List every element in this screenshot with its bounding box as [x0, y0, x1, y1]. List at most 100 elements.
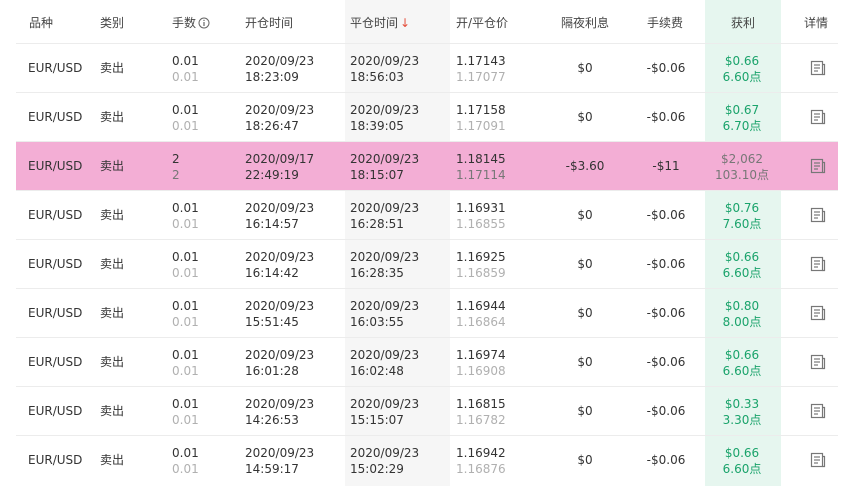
info-circle-icon[interactable] — [198, 17, 210, 29]
profit-amount: $0.66 — [724, 250, 760, 264]
profit-points: 103.10点 — [715, 168, 769, 182]
profit-points: 7.60点 — [722, 217, 762, 231]
close-time: 18:39:05 — [350, 119, 404, 133]
open-date: 2020/09/23 — [245, 103, 315, 117]
close-time: 16:28:35 — [350, 266, 404, 280]
lots-close: 0.01 — [172, 315, 199, 329]
close-date: 2020/09/23 — [350, 299, 420, 313]
symbol-cell: EUR/USD — [28, 404, 83, 418]
open-price: 1.17143 — [456, 54, 506, 68]
profit-amount: $0.66 — [724, 348, 760, 362]
profit-amount: $0.33 — [724, 397, 760, 411]
fee-cell: -$0.06 — [646, 257, 686, 271]
type-cell: 卖出 — [100, 404, 125, 418]
profit-points: 6.70点 — [722, 119, 762, 133]
open-date: 2020/09/23 — [245, 397, 315, 411]
swap-cell: $0 — [577, 306, 593, 320]
close-time: 16:28:51 — [350, 217, 404, 231]
document-detail-icon[interactable] — [809, 157, 827, 175]
swap-cell: $0 — [577, 257, 593, 271]
lots-open: 0.01 — [172, 397, 199, 411]
type-cell: 卖出 — [100, 453, 125, 467]
open-date: 2020/09/17 — [245, 152, 315, 166]
lots-open: 0.01 — [172, 446, 199, 460]
open-time: 14:59:17 — [245, 462, 299, 476]
open-price: 1.18145 — [456, 152, 506, 166]
lots-close: 2 — [172, 168, 180, 182]
close-date: 2020/09/23 — [350, 446, 420, 460]
swap-cell: $0 — [577, 110, 593, 124]
fee-cell: -$11 — [652, 159, 680, 173]
lots-close: 0.01 — [172, 364, 199, 378]
lots-open: 0.01 — [172, 54, 199, 68]
table-row[interactable]: EUR/USD 卖出 0.01 0.01 2020/09/23 14:26:53 2020/… — [16, 386, 838, 435]
symbol-cell: EUR/USD — [28, 159, 83, 173]
open-time: 22:49:19 — [245, 168, 299, 182]
profit-amount: $0.66 — [724, 54, 760, 68]
sort-desc-icon[interactable]: ↓ — [400, 16, 410, 30]
fee-cell: -$0.06 — [646, 453, 686, 467]
fee-cell: -$0.06 — [646, 355, 686, 369]
fee-cell: -$0.06 — [646, 110, 686, 124]
document-detail-icon[interactable] — [809, 59, 827, 77]
header-close-time-label: 平仓时间 — [350, 16, 399, 30]
document-detail-icon[interactable] — [809, 206, 827, 224]
lots-close: 0.01 — [172, 413, 199, 427]
close-price: 1.16864 — [456, 315, 506, 329]
table-row[interactable]: EUR/USD 卖出 2 2 2020/09/17 22:49:19 2020/09/23 1… — [16, 141, 838, 190]
open-date: 2020/09/23 — [245, 201, 315, 215]
table-row[interactable]: EUR/USD 卖出 0.01 0.01 2020/09/23 16:01:28 2020/… — [16, 337, 838, 386]
table-row[interactable]: EUR/USD 卖出 0.01 0.01 2020/09/23 14:59:17 2020/… — [16, 435, 838, 484]
close-time: 16:03:55 — [350, 315, 404, 329]
close-date: 2020/09/23 — [350, 348, 420, 362]
open-price: 1.16944 — [456, 299, 506, 313]
table-row[interactable]: EUR/USD 卖出 0.01 0.01 2020/09/23 15:51:45 2020/… — [16, 288, 838, 337]
swap-cell: $0 — [577, 355, 593, 369]
header-open-time[interactable]: 开仓时间 — [245, 14, 293, 31]
open-price: 1.16925 — [456, 250, 506, 264]
document-detail-icon[interactable] — [809, 451, 827, 469]
type-cell: 卖出 — [100, 257, 125, 271]
type-cell: 卖出 — [100, 355, 125, 369]
table-row[interactable]: EUR/USD 卖出 0.01 0.01 2020/09/23 16:14:42 2020/… — [16, 239, 838, 288]
table-row[interactable]: EUR/USD 卖出 0.01 0.01 2020/09/23 18:26:47 2020/… — [16, 92, 838, 141]
open-price: 1.16815 — [456, 397, 506, 411]
open-time: 15:51:45 — [245, 315, 299, 329]
header-close-time[interactable]: 平仓时间 ↓ — [350, 14, 410, 31]
table-row[interactable]: EUR/USD 卖出 0.01 0.01 2020/09/23 18:23:09 2020/… — [16, 43, 838, 92]
type-cell: 卖出 — [100, 110, 125, 124]
close-price: 1.17091 — [456, 119, 506, 133]
document-detail-icon[interactable] — [809, 353, 827, 371]
document-detail-icon[interactable] — [809, 402, 827, 420]
header-price: 开/平仓价 — [456, 16, 509, 30]
type-cell: 卖出 — [100, 306, 125, 320]
lots-open: 2 — [172, 152, 180, 166]
type-cell: 卖出 — [100, 159, 125, 173]
profit-amount: $2,062 — [721, 152, 763, 166]
header-detail: 详情 — [804, 16, 829, 30]
open-time: 14:26:53 — [245, 413, 299, 427]
swap-cell: $0 — [577, 453, 593, 467]
symbol-cell: EUR/USD — [28, 110, 83, 124]
header-lots-label: 手数 — [172, 16, 197, 30]
header-symbol: 品种 — [29, 16, 54, 30]
profit-amount: $0.66 — [724, 446, 760, 460]
header-swap: 隔夜利息 — [561, 16, 610, 30]
lots-close: 0.01 — [172, 266, 199, 280]
profit-amount: $0.80 — [724, 299, 760, 313]
close-date: 2020/09/23 — [350, 152, 420, 166]
lots-close: 0.01 — [172, 217, 199, 231]
table-row[interactable]: EUR/USD 卖出 0.01 0.01 2020/09/23 16:14:57 2020/… — [16, 190, 838, 239]
document-detail-icon[interactable] — [809, 108, 827, 126]
close-time: 18:15:07 — [350, 168, 404, 182]
document-detail-icon[interactable] — [809, 255, 827, 273]
open-time: 16:14:42 — [245, 266, 299, 280]
document-detail-icon[interactable] — [809, 304, 827, 322]
fee-cell: -$0.06 — [646, 61, 686, 75]
open-time: 18:26:47 — [245, 119, 299, 133]
swap-cell: $0 — [577, 404, 593, 418]
type-cell: 卖出 — [100, 208, 125, 222]
close-date: 2020/09/23 — [350, 201, 420, 215]
open-time: 16:01:28 — [245, 364, 299, 378]
header-type: 类别 — [100, 16, 125, 30]
